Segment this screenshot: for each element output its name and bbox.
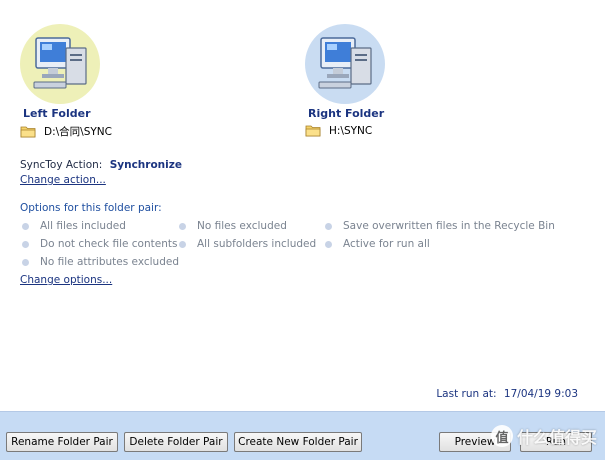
last-run-label: Last run at: [436, 388, 497, 400]
left-folder-panel: Left Folder D:\合同\SYNC [20, 24, 112, 139]
bottom-toolbar: Rename Folder Pair Delete Folder Pair Cr… [0, 411, 605, 460]
option-item: Do not check file contents [22, 238, 177, 250]
synctoy-action-value: Synchronize [109, 159, 182, 171]
option-text: Save overwritten files in the Recycle Bi… [343, 220, 555, 232]
watermark: 值 什么值得买 [490, 424, 597, 448]
bullet-icon [22, 240, 29, 248]
bullet-icon [179, 240, 186, 248]
bullet-icon [22, 258, 29, 266]
right-folder-path-text: H:\SYNC [329, 124, 373, 137]
folder-icon [20, 126, 36, 138]
left-folder-title: Left Folder [23, 107, 91, 120]
option-text: No files excluded [197, 220, 287, 232]
delete-folder-pair-button[interactable]: Delete Folder Pair [124, 432, 228, 452]
right-folder-panel: Right Folder H:\SYNC [305, 24, 385, 137]
bullet-icon [325, 240, 332, 248]
synctoy-action-row: SyncToy Action: Synchronize [20, 159, 182, 171]
watermark-text: 什么值得买 [516, 428, 597, 447]
options-title: Options for this folder pair: [20, 202, 162, 214]
rename-folder-pair-button[interactable]: Rename Folder Pair [6, 432, 118, 452]
bullet-icon [22, 222, 29, 230]
option-text: Active for run all [343, 238, 430, 250]
option-item: Save overwritten files in the Recycle Bi… [325, 220, 555, 232]
change-action-link[interactable]: Change action... [20, 174, 106, 186]
change-options-link[interactable]: Change options... [20, 274, 112, 286]
bullet-icon [325, 222, 332, 230]
option-text: All subfolders included [197, 238, 317, 250]
folder-icon [305, 125, 321, 137]
right-folder-title: Right Folder [308, 107, 385, 120]
left-folder-path-text: D:\合同\SYNC [44, 126, 112, 138]
option-item: All files included [22, 220, 126, 232]
left-computer-icon [20, 24, 100, 104]
option-item: No file attributes excluded [22, 256, 179, 268]
synctoy-action-label: SyncToy Action: [20, 159, 103, 171]
right-computer-icon [305, 24, 385, 104]
option-item: All subfolders included [179, 238, 316, 250]
create-new-folder-pair-button[interactable]: Create New Folder Pair [234, 432, 362, 452]
last-run-info: Last run at: 17/04/19 9:03 [436, 388, 578, 400]
left-folder-path[interactable]: D:\合同\SYNC [20, 124, 112, 139]
option-text: Do not check file contents [40, 238, 178, 250]
last-run-value: 17/04/19 9:03 [503, 388, 578, 400]
watermark-badge-icon: 值 [490, 425, 513, 447]
right-folder-path[interactable]: H:\SYNC [305, 124, 385, 137]
option-item: Active for run all [325, 238, 430, 250]
option-item: No files excluded [179, 220, 287, 232]
option-text: All files included [40, 220, 126, 232]
option-text: No file attributes excluded [40, 256, 179, 268]
bullet-icon [179, 222, 186, 230]
